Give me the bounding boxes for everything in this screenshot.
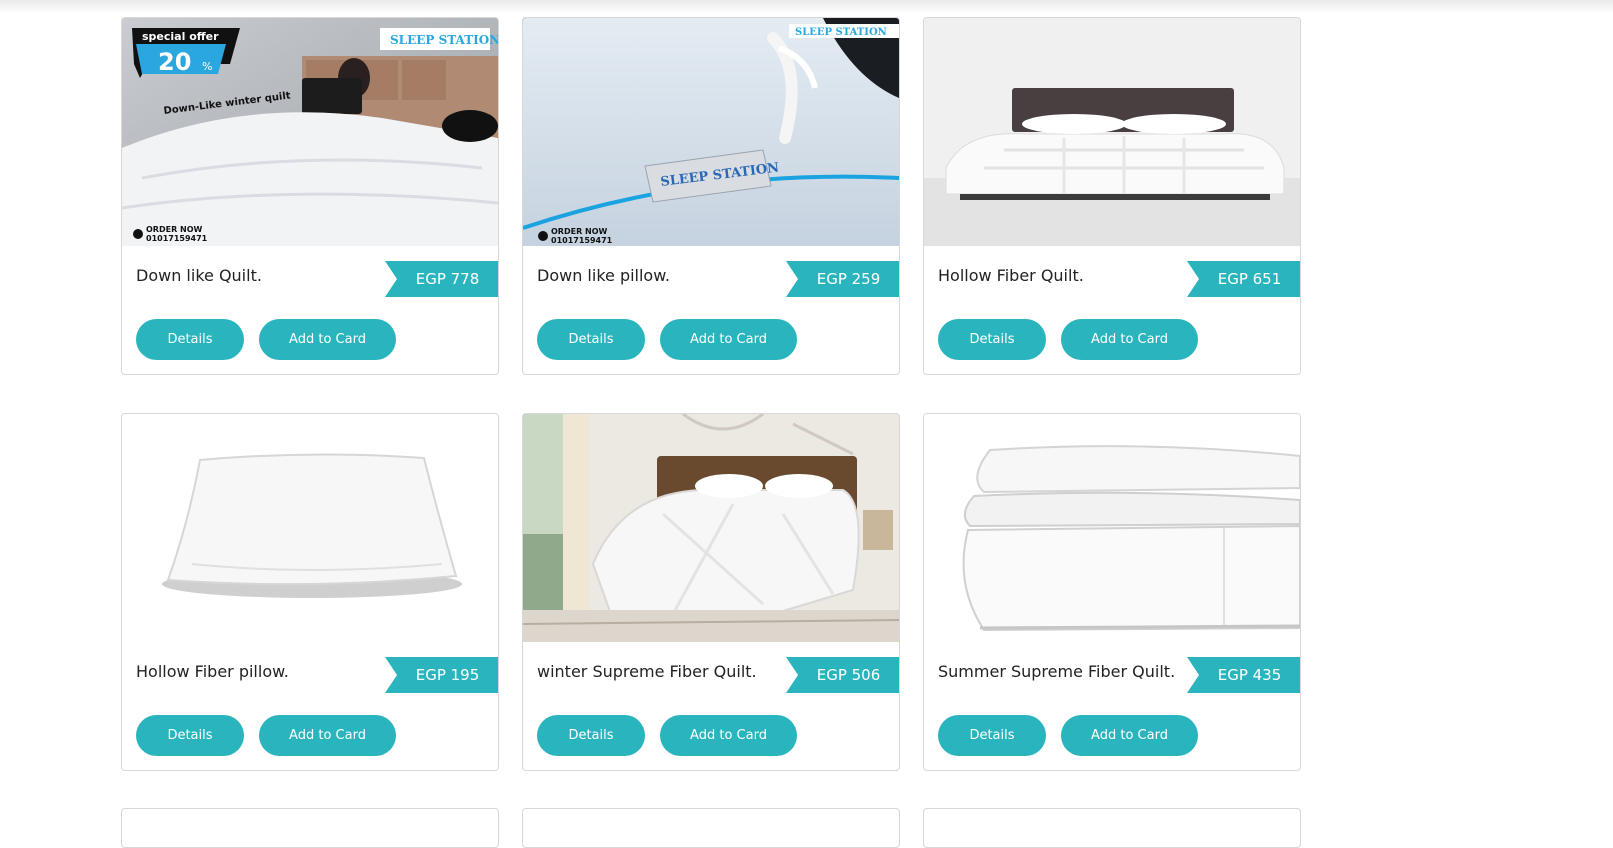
order-now-text: ORDER NOW: [551, 227, 608, 236]
product-card: Hollow Fiber Quilt. EGP 651 Details Add …: [923, 17, 1301, 375]
details-button[interactable]: Details: [537, 715, 645, 756]
price-badge: EGP 778: [385, 261, 498, 297]
product-card: SLEEP STATION SLEEP STATION ORDER NOW 01…: [522, 17, 900, 375]
details-button[interactable]: Details: [537, 319, 645, 360]
product-grid: special offer 20 % Down-Like winter quil…: [0, 0, 1613, 848]
product-title[interactable]: Down like Quilt.: [136, 266, 262, 285]
product-title[interactable]: Down like pillow.: [537, 266, 670, 285]
product-card: Summer Supreme Fiber Quilt. EGP 435 Deta…: [923, 413, 1301, 771]
product-card: Hollow Fiber pillow. EGP 195 Details Add…: [121, 413, 499, 771]
price-badge: EGP 651: [1187, 261, 1300, 297]
price-badge: EGP 435: [1187, 657, 1300, 693]
product-image-winter-quilt[interactable]: [523, 414, 899, 642]
phone-text: 01017159471: [146, 234, 208, 243]
product-card: special offer 20 % Down-Like winter quil…: [121, 17, 499, 375]
product-title[interactable]: Summer Supreme Fiber Quilt.: [938, 662, 1175, 681]
add-to-cart-button[interactable]: Add to Card: [1061, 319, 1198, 360]
product-image-down-quilt[interactable]: special offer 20 % Down-Like winter quil…: [122, 18, 498, 246]
product-image-hollow-quilt[interactable]: [924, 18, 1300, 246]
add-to-cart-button[interactable]: Add to Card: [660, 319, 797, 360]
product-title[interactable]: Hollow Fiber Quilt.: [938, 266, 1084, 285]
details-button[interactable]: Details: [136, 715, 244, 756]
offer-percent-text: 20: [158, 48, 191, 76]
price-badge: EGP 259: [786, 261, 899, 297]
product-image-hollow-pillow[interactable]: [122, 414, 498, 642]
product-title[interactable]: Hollow Fiber pillow.: [136, 662, 289, 681]
offer-symbol-text: %: [202, 60, 212, 73]
product-card-partial: [923, 808, 1301, 848]
offer-line1-text: special offer: [142, 30, 219, 43]
price-badge: EGP 195: [385, 657, 498, 693]
product-card-partial: [522, 808, 900, 848]
product-card-partial: [121, 808, 499, 848]
details-button[interactable]: Details: [938, 715, 1046, 756]
add-to-cart-button[interactable]: Add to Card: [660, 715, 797, 756]
details-button[interactable]: Details: [136, 319, 244, 360]
add-to-cart-button[interactable]: Add to Card: [1061, 715, 1198, 756]
brand-watermark: SLEEP STATION: [390, 33, 498, 47]
product-title[interactable]: winter Supreme Fiber Quilt.: [537, 662, 757, 681]
product-image-summer-quilt[interactable]: [924, 414, 1300, 642]
details-button[interactable]: Details: [938, 319, 1046, 360]
add-to-cart-button[interactable]: Add to Card: [259, 319, 396, 360]
brand-watermark: SLEEP STATION: [795, 27, 887, 38]
product-card: winter Supreme Fiber Quilt. EGP 506 Deta…: [522, 413, 900, 771]
order-now-text: ORDER NOW: [146, 225, 203, 234]
price-badge: EGP 506: [786, 657, 899, 693]
phone-text: 01017159471: [551, 236, 613, 245]
add-to-cart-button[interactable]: Add to Card: [259, 715, 396, 756]
product-image-down-pillow[interactable]: SLEEP STATION SLEEP STATION ORDER NOW 01…: [523, 18, 899, 246]
